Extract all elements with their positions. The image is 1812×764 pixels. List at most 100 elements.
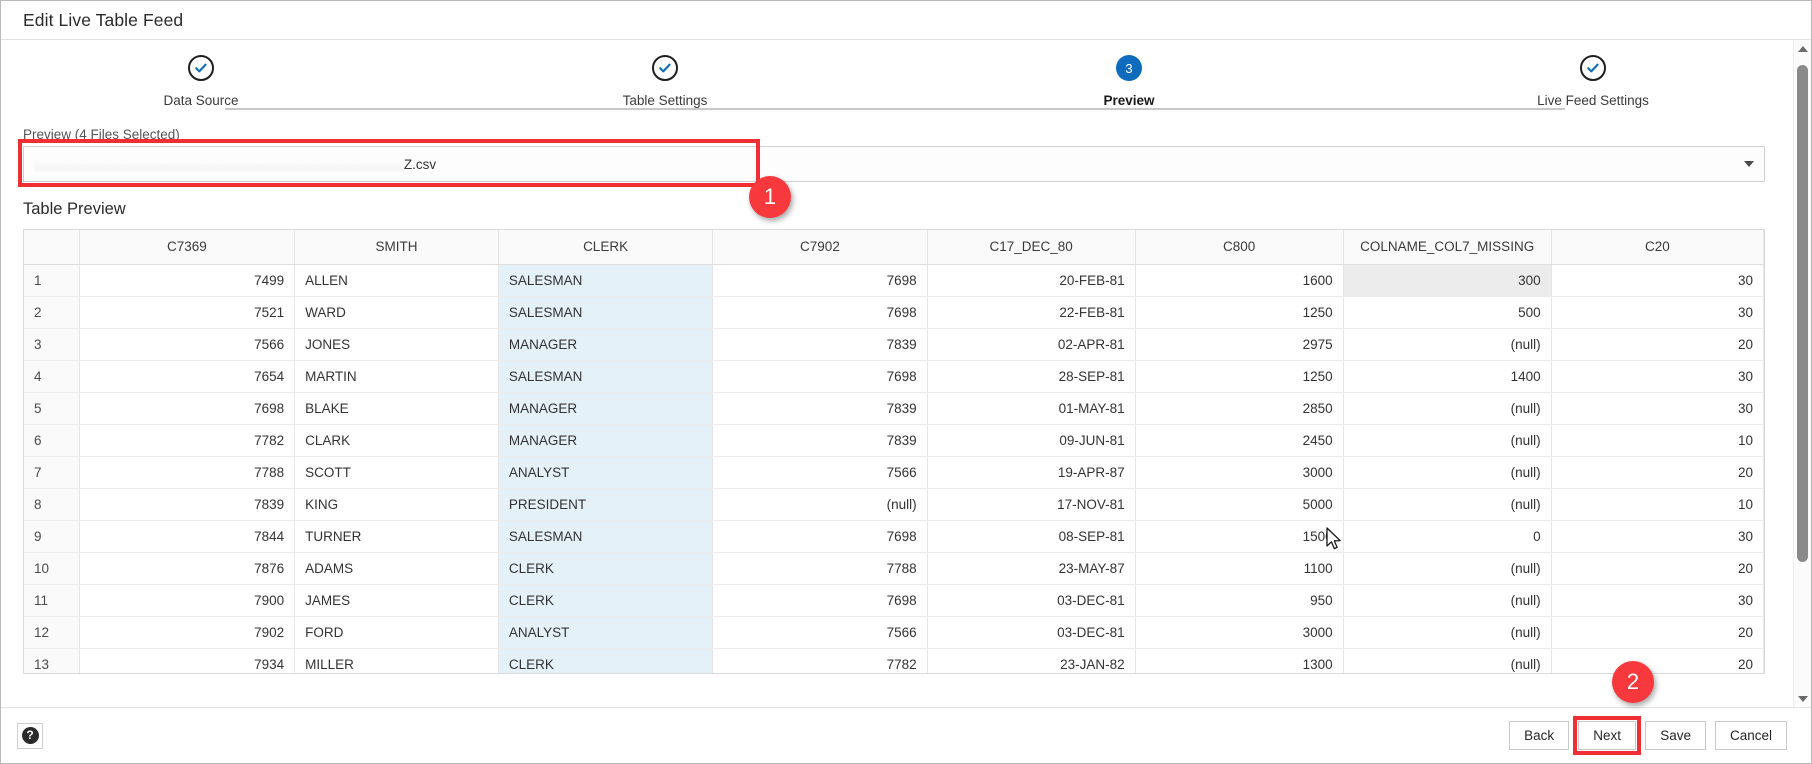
stepper-step-live-feed-settings[interactable]: Live Feed Settings [1483,49,1703,123]
table-cell[interactable]: WARD [294,296,499,329]
table-cell[interactable]: 7698 [712,296,928,329]
table-cell[interactable]: FORD [294,616,499,649]
table-cell[interactable]: (null) [1343,552,1552,585]
table-cell[interactable]: MARTIN [294,360,499,393]
table-row[interactable]: 3 7566 JONES MANAGER 7839 02-APR-81 2975 (null)… [24,328,1764,361]
table-row[interactable]: 5 7698 BLAKE MANAGER 7839 01-MAY-81 2850 (null)… [24,392,1764,425]
file-selector-dropdown[interactable]: ………………………………………………………………………Z.csv [23,146,1765,182]
table-cell[interactable]: 1400 [1343,360,1552,393]
table-cell[interactable]: 03-DEC-81 [927,584,1136,617]
table-cell[interactable]: 02-APR-81 [927,328,1136,361]
table-cell[interactable]: JAMES [294,584,499,617]
table-cell[interactable]: 23-JAN-82 [927,648,1136,673]
table-cell[interactable]: CLERK [498,552,714,585]
back-button[interactable]: Back [1509,721,1570,750]
table-preview-grid[interactable]: C7369 SMITH CLERK C7902 C17_DEC_80 C800 COLNAM… [23,229,1765,674]
table-cell[interactable]: 7566 [79,328,296,361]
table-cell[interactable]: 10 [1551,488,1764,521]
table-cell[interactable]: (null) [1343,648,1552,673]
table-row[interactable]: 2 7521 WARD SALESMAN 7698 22-FEB-81 1250 500 30 [24,296,1764,329]
table-cell[interactable]: 17-NOV-81 [927,488,1136,521]
table-cell[interactable]: ADAMS [294,552,499,585]
table-cell[interactable]: 7900 [79,584,296,617]
table-cell[interactable]: (null) [712,488,928,521]
chevron-down-icon[interactable] [1744,161,1754,167]
column-header[interactable]: SMITH [294,230,499,265]
table-cell[interactable]: SCOTT [294,456,499,489]
table-cell[interactable]: 7934 [79,648,296,673]
table-cell[interactable]: MANAGER [498,392,714,425]
table-row[interactable]: 4 7654 MARTIN SALESMAN 7698 28-SEP-81 1250 1400… [24,360,1764,393]
table-cell[interactable]: KING [294,488,499,521]
table-cell[interactable]: 7698 [712,584,928,617]
table-cell[interactable]: 10 [1551,424,1764,457]
table-cell[interactable]: 20-FEB-81 [927,264,1136,297]
table-row[interactable]: 13 7934 MILLER CLERK 7782 23-JAN-82 1300 (null)… [24,648,1764,673]
table-cell[interactable]: 09-JUN-81 [927,424,1136,457]
table-row[interactable]: 7 7788 SCOTT ANALYST 7566 19-APR-87 3000 (null)… [24,456,1764,489]
table-cell[interactable]: 1250 [1135,360,1344,393]
table-cell[interactable]: 30 [1551,584,1764,617]
table-cell[interactable]: 20 [1551,328,1764,361]
table-cell[interactable]: 1500 [1135,520,1344,553]
table-cell[interactable]: 7698 [712,360,928,393]
table-cell[interactable]: 300 [1343,264,1552,297]
table-cell[interactable]: 28-SEP-81 [927,360,1136,393]
table-row[interactable]: 8 7839 KING PRESIDENT (null) 17-NOV-81 5000 (nu… [24,488,1764,521]
table-cell[interactable]: 20 [1551,552,1764,585]
table-cell[interactable]: 7902 [79,616,296,649]
table-cell[interactable]: CLERK [498,648,714,673]
scrollbar-thumb[interactable] [1797,65,1808,562]
help-button[interactable]: ? [17,722,43,749]
table-cell[interactable]: 3000 [1135,616,1344,649]
table-cell[interactable]: SALESMAN [498,520,714,553]
table-cell[interactable]: (null) [1343,488,1552,521]
table-cell[interactable]: (null) [1343,424,1552,457]
table-cell[interactable]: 7698 [712,520,928,553]
table-cell[interactable]: 3000 [1135,456,1344,489]
table-cell[interactable]: 7876 [79,552,296,585]
table-cell[interactable]: SALESMAN [498,360,714,393]
table-cell[interactable]: 7788 [712,552,928,585]
table-cell[interactable]: 03-DEC-81 [927,616,1136,649]
table-cell[interactable]: 20 [1551,456,1764,489]
scrollbar-track[interactable] [1794,57,1811,690]
table-row[interactable]: 6 7782 CLARK MANAGER 7839 09-JUN-81 2450 (null)… [24,424,1764,457]
column-header[interactable]: C800 [1135,230,1344,265]
table-cell[interactable]: 7566 [712,616,928,649]
table-cell[interactable]: ANALYST [498,616,714,649]
table-cell[interactable]: 2850 [1135,392,1344,425]
table-cell[interactable]: 7788 [79,456,296,489]
table-cell[interactable]: ANALYST [498,456,714,489]
table-cell[interactable]: 7499 [79,264,296,297]
column-header[interactable]: CLERK [498,230,714,265]
table-cell[interactable]: 30 [1551,296,1764,329]
column-header[interactable]: C20 [1551,230,1764,265]
table-cell[interactable]: 19-APR-87 [927,456,1136,489]
next-button[interactable]: Next [1578,721,1637,750]
scroll-up-arrow-icon[interactable] [1794,40,1811,57]
table-cell[interactable]: 30 [1551,264,1764,297]
table-cell[interactable]: 2450 [1135,424,1344,457]
save-button[interactable]: Save [1645,721,1706,750]
table-cell[interactable]: 7521 [79,296,296,329]
column-header[interactable]: C7369 [79,230,296,265]
stepper-step-data-source[interactable]: Data Source [91,49,311,123]
table-cell[interactable]: 7839 [712,424,928,457]
table-cell[interactable]: 30 [1551,360,1764,393]
table-cell[interactable]: BLAKE [294,392,499,425]
table-cell[interactable]: 23-MAY-87 [927,552,1136,585]
vertical-scrollbar[interactable] [1793,40,1811,707]
table-row[interactable]: 11 7900 JAMES CLERK 7698 03-DEC-81 950 (null) 30 [24,584,1764,617]
table-cell[interactable]: 7698 [712,264,928,297]
stepper-step-table-settings[interactable]: Table Settings [555,49,775,123]
table-cell[interactable]: ALLEN [294,264,499,297]
table-cell[interactable]: 5000 [1135,488,1344,521]
table-cell[interactable]: 30 [1551,520,1764,553]
table-cell[interactable]: SALESMAN [498,264,714,297]
table-cell[interactable]: CLERK [498,584,714,617]
table-cell[interactable]: PRESIDENT [498,488,714,521]
table-cell[interactable]: 7844 [79,520,296,553]
table-cell[interactable]: (null) [1343,584,1552,617]
table-row[interactable]: 1 7499 ALLEN SALESMAN 7698 20-FEB-81 1600 300 30 [24,264,1764,297]
